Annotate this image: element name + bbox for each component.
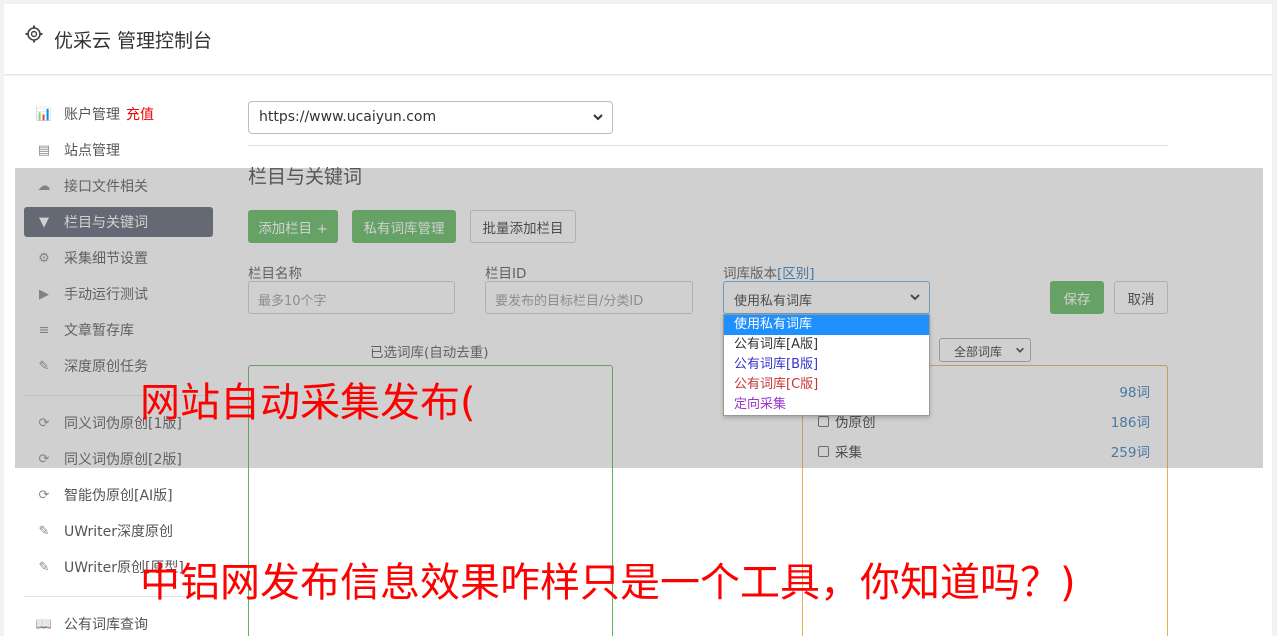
version-option[interactable]: 定向采集 [724,395,929,415]
edit-icon: ✎ [38,559,50,575]
site-select-value: https://www.ucaiyun.com [259,109,437,125]
book-icon: 📖 [35,616,53,632]
sidebar-item[interactable]: ⟳ 智能伪原创[AI版] [24,480,213,510]
gear-icon [25,25,43,43]
divider [248,145,1168,146]
version-option[interactable]: 公有词库[A版] [724,335,929,355]
sidebar-item[interactable]: 📊 账户管理 充值 [24,99,213,129]
sidebar-item-label: UWriter深度原创 [64,524,173,540]
sidebar-item[interactable]: ▤ 站点管理 [24,135,213,165]
overlay-text-line2: 中铝网发布信息效果咋样只是一个工具，你知道吗？) [140,560,1076,606]
overlay-text-line1: 网站自动采集发布( [140,380,476,426]
sidebar-item-label: 智能伪原创[AI版] [64,488,173,504]
version-option[interactable]: 使用私有词库 [724,315,929,335]
edit-icon: ✎ [38,523,50,539]
sidebar-item[interactable]: ✎ UWriter深度原创 [24,516,213,546]
site-select[interactable]: https://www.ucaiyun.com [248,101,613,134]
chevron-down-icon [593,114,603,121]
server-icon: ▤ [37,142,51,158]
version-dropdown: 使用私有词库 公有词库[A版] 公有词库[B版] 公有词库[C版] 定向采集 [723,314,930,416]
sidebar-item-label: 公有词库查询 [64,617,148,633]
version-option[interactable]: 公有词库[C版] [724,375,929,395]
bar-chart-icon: 📊 [35,106,53,122]
sidebar-item[interactable]: 📖 公有词库查询 [24,609,213,636]
recharge-link[interactable]: 充值 [126,104,154,124]
refresh-icon: ⟳ [38,487,50,503]
page-title: 优采云 管理控制台 [54,30,213,52]
sidebar-item-label: 账户管理 [64,107,120,123]
sidebar-item-label: 站点管理 [64,143,120,159]
version-option[interactable]: 公有词库[B版] [724,355,929,375]
header: 优采云 管理控制台 [4,4,1272,75]
